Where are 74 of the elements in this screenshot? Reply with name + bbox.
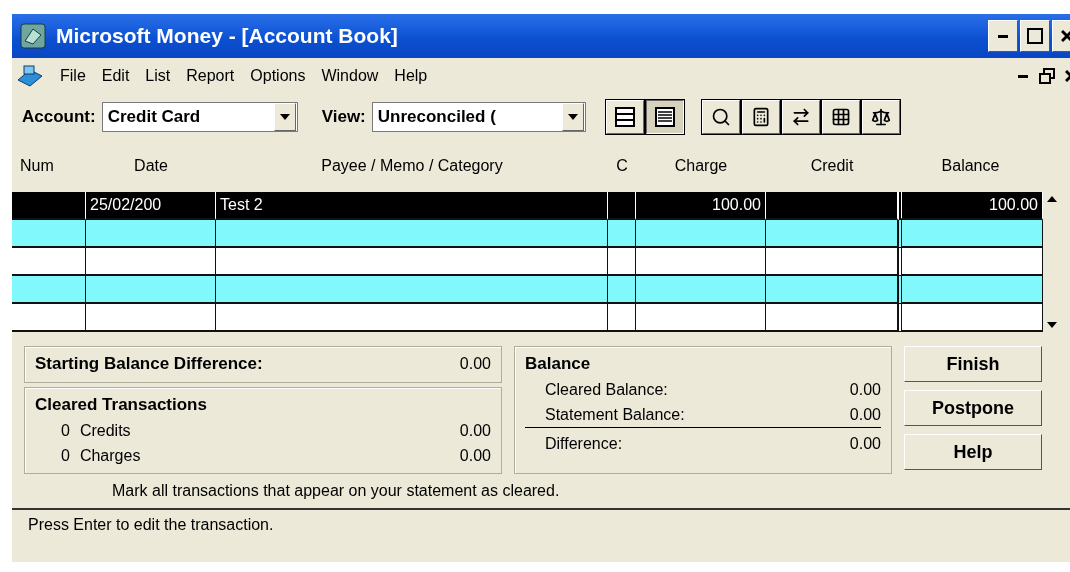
table-cell: Test 2 [216,192,608,220]
toolbar-button[interactable] [701,100,740,134]
column-header: Date [133,156,169,176]
account-label: Account: [22,107,96,127]
maximize-button[interactable] [1020,20,1050,52]
menu-item[interactable]: Window [321,65,379,87]
amount: 0.00 [459,447,491,465]
column-header: Balance [940,156,1001,176]
column-header: Payee / Memo / Category [320,156,504,176]
amount: 0.00 [849,406,881,424]
amount: 0.00 [849,381,881,399]
table-cell [608,192,636,220]
amount: 0.00 [459,422,491,440]
close-icon [1061,30,1070,42]
maximize-icon [1027,28,1043,44]
starting-balance-label: Starting Balance Difference: [35,354,263,374]
table-cell: 25/02/200 [86,192,216,220]
caret-icon[interactable] [567,114,578,120]
restore-icon [1039,68,1055,84]
column-header: C [615,156,629,176]
menu-item[interactable]: Report [186,65,235,87]
scale-icon [870,107,891,127]
account-dropdown[interactable]: Credit Card [101,102,298,132]
toolbar-button[interactable] [741,100,780,134]
menu-item[interactable]: Help [394,65,428,87]
row-label: Statement Balance: [545,406,685,424]
menu-item[interactable]: Edit [101,65,130,87]
view-button[interactable] [645,100,684,134]
dialog-button[interactable]: Finish [904,346,1042,382]
status-bar: Press Enter to edit the transaction. [12,508,1070,540]
restore-button[interactable] [1036,65,1058,87]
column-header: Credit [809,156,855,176]
starting-balance-value: 0.00 [459,355,491,373]
view-label: View: [321,107,366,127]
section-title: Balance [525,354,591,374]
window-title: Microsoft Money - [Account Book] [56,24,399,48]
row-label: Cleared Balance: [545,381,668,399]
hint-text: Mark all transactions that appear on your statement as cleared. [111,481,560,501]
column-header: Charge [673,156,729,176]
list-view-icon [654,107,675,127]
count: 0 [61,447,70,465]
app-icon [20,23,46,49]
table-cell: 100.00 [898,192,1043,220]
section-title: Cleared Transactions [35,395,207,415]
scroll-down-icon[interactable] [1046,322,1057,328]
row-label: Difference: [545,435,623,453]
minimize-icon [1018,74,1028,78]
menu-item[interactable]: Options [250,65,306,87]
dialog-button[interactable]: Postpone [904,390,1042,426]
count: 0 [61,422,70,440]
column-header: Num [19,156,55,176]
menu-item[interactable]: File [60,65,86,87]
minimize-button[interactable] [988,20,1018,52]
split-view-icon [614,107,635,127]
table-cell [608,276,636,304]
table-cell [608,248,636,276]
toolbar-button[interactable] [861,100,900,134]
view-dropdown[interactable]: Unreconciled ( [371,102,586,132]
table-cell [608,304,636,332]
dialog-button[interactable]: Help [904,434,1042,470]
table-cell: 100.00 [636,192,766,220]
caret-icon[interactable] [279,114,290,120]
scroll-up-icon[interactable] [1046,196,1057,202]
row-label: Credits [79,422,131,440]
computer-icon [16,64,44,88]
grid-icon [830,107,851,127]
search-icon [710,107,731,127]
table-cell [608,220,636,248]
minimize-icon [998,34,1008,38]
amount: 0.00 [849,435,881,453]
toolbar-button[interactable] [781,100,820,134]
row-label: Charges [79,447,141,465]
toolbar-button[interactable] [821,100,860,134]
menu-item[interactable]: List [145,65,171,87]
